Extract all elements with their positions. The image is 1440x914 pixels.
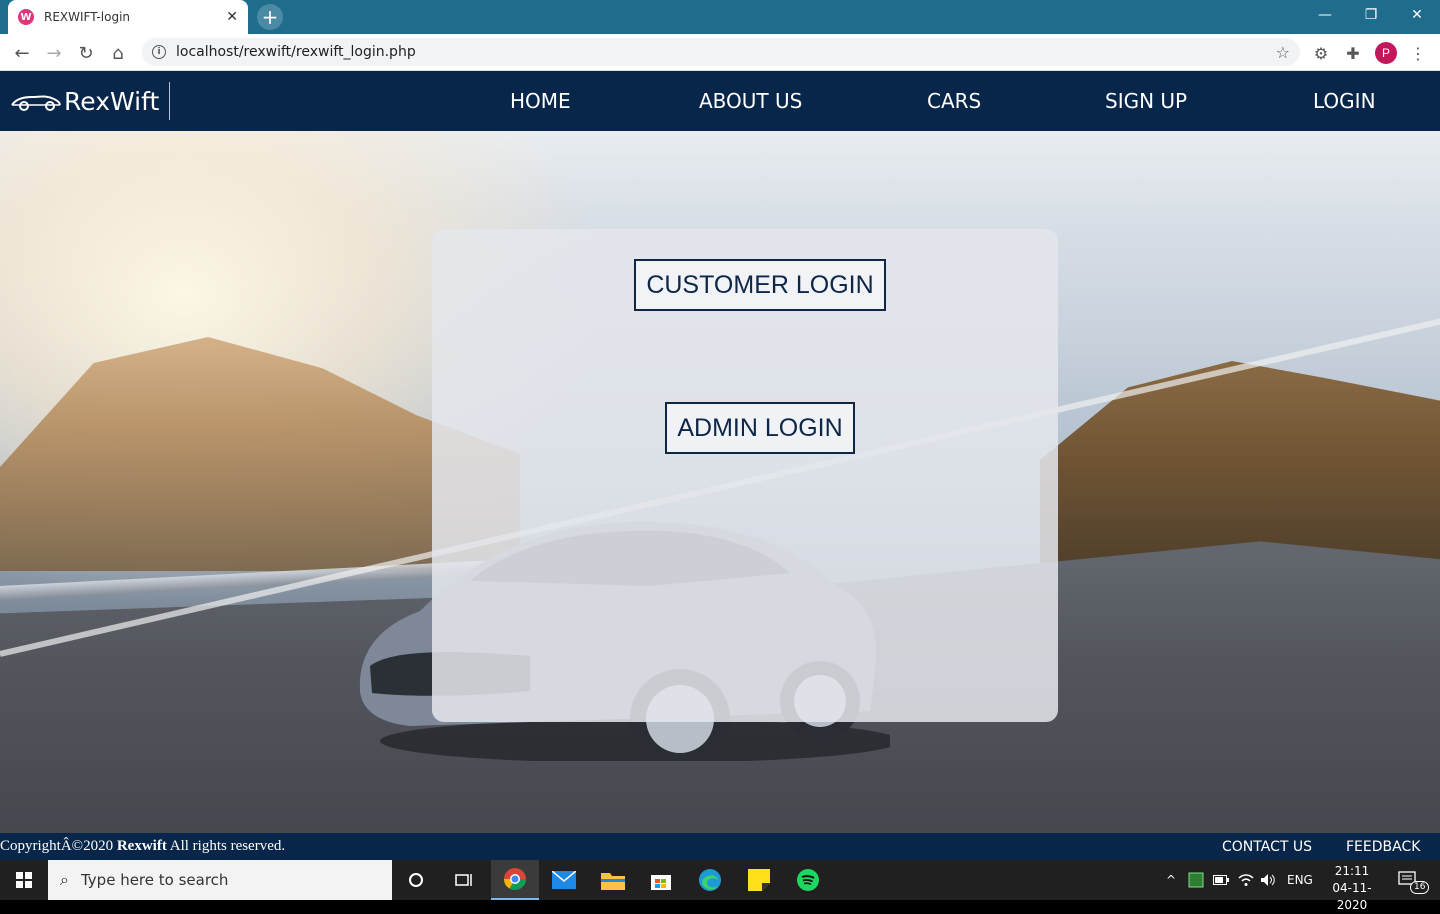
- site-navbar: RexWift HOME ABOUT US CARS SIGN UP LOGIN: [0, 71, 1440, 131]
- folder-icon: [601, 873, 625, 890]
- task-view-glyph-icon: [455, 874, 472, 886]
- green-tray-icon: [1188, 872, 1204, 888]
- contact-us-link[interactable]: CONTACT US: [1222, 839, 1312, 855]
- browser-tab[interactable]: W REXWIFT-login ✕: [8, 0, 248, 34]
- new-tab-button[interactable]: +: [257, 4, 283, 30]
- close-tab-icon[interactable]: ✕: [226, 9, 238, 25]
- car-logo-icon: [11, 95, 61, 111]
- address-bar[interactable]: i localhost/rexwift/rexwift_login.php ☆: [142, 38, 1300, 66]
- site-footer: CopyrightÂ©2020 Rexwift All rights reser…: [0, 833, 1440, 860]
- spotify-logo-icon: [797, 869, 819, 891]
- notification-center[interactable]: 16: [1398, 860, 1430, 900]
- cortana-circle-icon: [409, 873, 423, 887]
- extension-icon[interactable]: ⚙: [1310, 42, 1332, 64]
- minimize-icon[interactable]: —: [1302, 0, 1348, 30]
- search-icon: ⌕: [60, 870, 69, 889]
- copyright-text: CopyrightÂ©2020 Rexwift All rights reser…: [0, 838, 285, 855]
- file-explorer-icon[interactable]: [589, 860, 637, 900]
- browser-toolbar: ← → ↻ ⌂ i localhost/rexwift/rexwift_logi…: [0, 34, 1440, 71]
- nav-cars[interactable]: CARS: [927, 89, 981, 113]
- info-icon[interactable]: i: [152, 45, 166, 59]
- copyright-prefix: CopyrightÂ©2020: [0, 838, 117, 854]
- tab-title: REXWIFT-login: [44, 10, 131, 24]
- brand-name: RexWift: [64, 86, 160, 116]
- start-button[interactable]: [0, 860, 48, 900]
- nav-about-us[interactable]: ABOUT US: [699, 89, 802, 113]
- volume-icon[interactable]: [1260, 860, 1276, 900]
- edge-icon[interactable]: [686, 860, 734, 900]
- nav-home[interactable]: HOME: [510, 89, 571, 113]
- windows-logo-icon: [16, 872, 32, 888]
- chrome-logo-icon: [504, 868, 526, 890]
- edge-logo-icon: [699, 869, 721, 891]
- profile-avatar[interactable]: P: [1375, 42, 1397, 64]
- feedback-link[interactable]: FEEDBACK: [1346, 839, 1420, 855]
- close-window-icon[interactable]: ✕: [1394, 0, 1440, 30]
- sticky-note-icon: [748, 869, 770, 891]
- web-page: RexWift HOME ABOUT US CARS SIGN UP LOGIN…: [0, 71, 1440, 860]
- taskbar-clock[interactable]: 21:11 04-11-2020: [1318, 863, 1386, 914]
- login-panel: CUSTOMER LOGIN ADMIN LOGIN: [432, 229, 1058, 722]
- language-indicator[interactable]: ENG: [1287, 860, 1313, 900]
- copyright-suffix: All rights reserved.: [166, 838, 286, 854]
- wifi-icon[interactable]: [1238, 860, 1254, 900]
- spotify-icon[interactable]: [784, 860, 832, 900]
- logo-divider: [169, 82, 170, 120]
- nav-sign-up[interactable]: SIGN UP: [1105, 89, 1187, 113]
- site-favicon-icon: W: [18, 9, 34, 25]
- bookmark-star-icon[interactable]: ☆: [1276, 43, 1290, 62]
- hero-background: CUSTOMER LOGIN ADMIN LOGIN: [0, 131, 1440, 833]
- clock-time: 21:11: [1334, 864, 1370, 878]
- search-placeholder: Type here to search: [80, 871, 229, 889]
- admin-login-button[interactable]: ADMIN LOGIN: [665, 402, 855, 454]
- clock-date: 04-11-2020: [1332, 881, 1372, 912]
- chrome-icon[interactable]: [491, 860, 539, 900]
- mail-envelope-icon: [552, 871, 576, 889]
- mail-icon[interactable]: [540, 860, 588, 900]
- wifi-glyph-icon: [1238, 874, 1254, 886]
- cortana-icon[interactable]: [392, 860, 440, 900]
- reload-icon[interactable]: ↻: [74, 41, 98, 65]
- site-logo[interactable]: RexWift: [10, 83, 159, 119]
- back-icon[interactable]: ←: [10, 41, 34, 65]
- customer-login-button[interactable]: CUSTOMER LOGIN: [634, 259, 886, 311]
- battery-icon[interactable]: [1213, 860, 1229, 900]
- notification-badge: 16: [1410, 881, 1430, 894]
- task-view-icon[interactable]: [440, 860, 488, 900]
- store-bag-icon: [651, 875, 671, 890]
- sticky-notes-icon[interactable]: [735, 860, 783, 900]
- restore-icon[interactable]: ❐: [1348, 0, 1394, 30]
- windows-taskbar: ⌕ Type here to search ^ ENG 21:11 04-11-…: [0, 860, 1440, 912]
- menu-dots-icon[interactable]: ⋮: [1407, 42, 1429, 64]
- taskbar-search[interactable]: ⌕ Type here to search: [48, 860, 392, 900]
- puzzle-icon[interactable]: ✚: [1342, 42, 1364, 64]
- forward-icon[interactable]: →: [42, 41, 66, 65]
- battery-glyph-icon: [1213, 875, 1229, 885]
- tray-app-icon[interactable]: [1188, 860, 1204, 900]
- copyright-brand: Rexwift: [116, 838, 167, 854]
- store-icon[interactable]: [637, 860, 685, 900]
- speaker-glyph-icon: [1261, 874, 1275, 886]
- chevron-up-icon[interactable]: ^: [1166, 860, 1176, 900]
- url-text[interactable]: localhost/rexwift/rexwift_login.php: [176, 44, 1276, 60]
- browser-tab-strip: W REXWIFT-login ✕ + — ❐ ✕: [0, 0, 1440, 34]
- nav-login[interactable]: LOGIN: [1313, 89, 1376, 113]
- home-icon[interactable]: ⌂: [106, 41, 130, 65]
